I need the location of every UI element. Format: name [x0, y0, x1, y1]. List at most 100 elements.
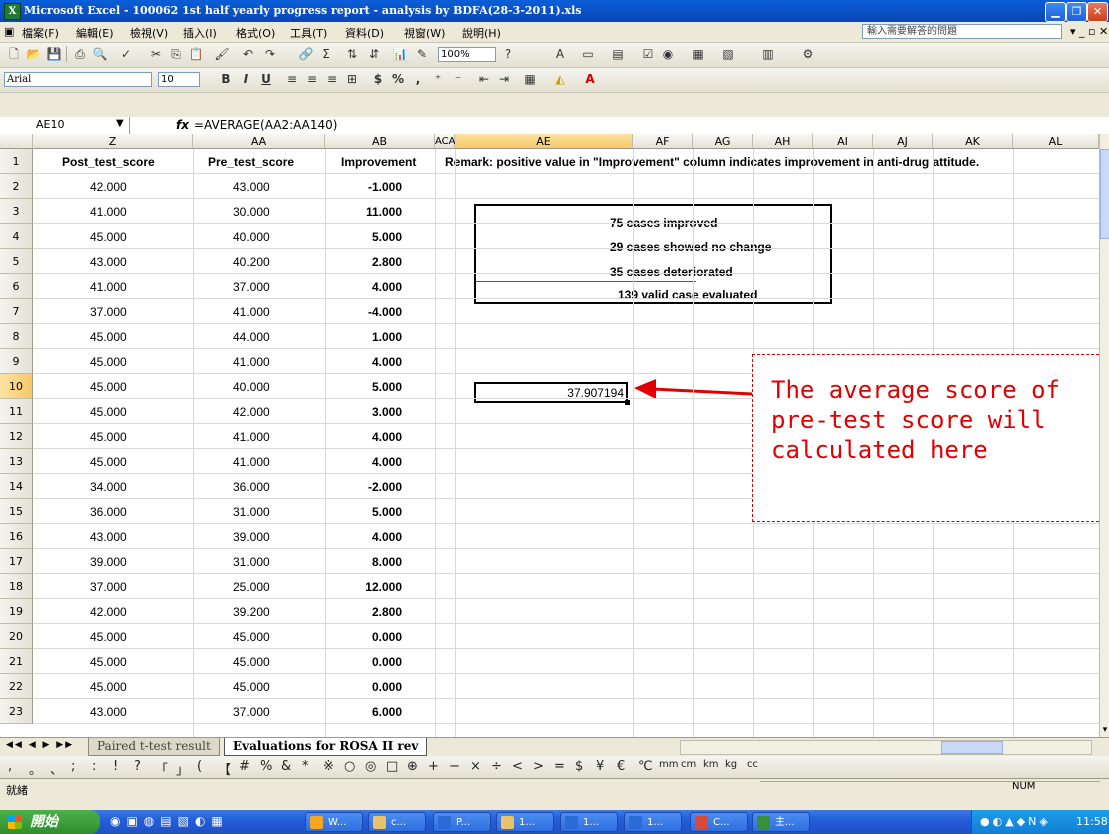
active-cell-ae10[interactable]: 37.907194: [474, 382, 630, 405]
row-header[interactable]: 8: [0, 324, 33, 349]
symbol-button[interactable]: ○: [344, 759, 355, 774]
taskbar-task-button[interactable]: C...: [690, 812, 748, 832]
col-header-aj[interactable]: AJ: [873, 134, 933, 149]
row-header[interactable]: 4: [0, 224, 33, 249]
taskbar-task-button[interactable]: 1...: [496, 812, 554, 832]
cell-improvement[interactable]: 0.000: [358, 680, 402, 694]
menu-edit[interactable]: 編輯(E): [76, 25, 114, 41]
tab-paired-t-test[interactable]: Paired t-test result: [88, 738, 220, 756]
header-post-test-score[interactable]: Post_test_score: [62, 155, 155, 169]
cell-improvement[interactable]: 5.000: [358, 230, 402, 244]
underline-button[interactable]: U: [258, 71, 274, 87]
quick-launch-icons[interactable]: ◉▣◍▤▧◐▦: [110, 814, 229, 828]
menu-format[interactable]: 格式(O): [236, 25, 275, 41]
cell-improvement[interactable]: 5.000: [358, 380, 402, 394]
cell-post-test[interactable]: 34.000: [90, 480, 127, 494]
cell-post-test[interactable]: 42.000: [90, 605, 127, 619]
taskbar-task-button[interactable]: P...: [433, 812, 491, 832]
cell-pre-test[interactable]: 39.200: [233, 605, 270, 619]
cell-improvement[interactable]: 2.800: [358, 605, 402, 619]
row-header[interactable]: 21: [0, 649, 33, 674]
header-remark[interactable]: Remark: positive value in "Improvement" …: [445, 155, 979, 169]
row-header[interactable]: 5: [0, 249, 33, 274]
borders-icon[interactable]: ▦: [522, 71, 538, 87]
bold-button[interactable]: B: [218, 71, 234, 87]
symbol-button[interactable]: &: [281, 759, 291, 774]
cell-improvement[interactable]: -4.000: [358, 305, 402, 319]
cell-improvement[interactable]: 5.000: [358, 505, 402, 519]
symbol-button[interactable]: ℃: [638, 759, 653, 774]
cut-icon[interactable]: ✂: [148, 46, 164, 62]
taskbar-task-button[interactable]: 1...: [624, 812, 682, 832]
taskbar-task-button[interactable]: 主...: [752, 812, 810, 832]
cell-improvement[interactable]: 4.000: [358, 530, 402, 544]
tray-icons[interactable]: ●◐▲◆N◈: [980, 810, 1051, 834]
preview-icon[interactable]: 🔍: [92, 46, 108, 62]
scroll-thumb[interactable]: [1100, 149, 1109, 239]
col-header-ah[interactable]: AH: [753, 134, 813, 149]
currency-button[interactable]: $: [370, 71, 386, 87]
h-scroll-thumb[interactable]: [941, 741, 1003, 754]
cell-pre-test[interactable]: 41.000: [233, 430, 270, 444]
tab-nav-icon[interactable]: ◀◀ ◀ ▶ ▶▶: [6, 740, 74, 750]
cell-pre-test[interactable]: 45.000: [233, 655, 270, 669]
open-icon[interactable]: 📂: [26, 46, 42, 62]
symbol-button[interactable]: km: [703, 759, 719, 770]
header-improvement[interactable]: Improvement: [341, 155, 416, 169]
format-painter-icon[interactable]: 🖌: [214, 46, 230, 62]
doc-icon[interactable]: ▣: [4, 25, 14, 38]
copy-icon[interactable]: ⎘: [168, 46, 184, 62]
header-pre-test-score[interactable]: Pre_test_score: [208, 155, 294, 169]
help-icon[interactable]: ?: [500, 46, 516, 62]
cell-post-test[interactable]: 45.000: [90, 405, 127, 419]
symbol-button[interactable]: *: [302, 759, 309, 774]
combo-icon[interactable]: ▧: [720, 46, 736, 62]
row-header[interactable]: 22: [0, 674, 33, 699]
hyperlink-icon[interactable]: 🔗: [298, 46, 314, 62]
row-header[interactable]: 18: [0, 574, 33, 599]
cell-pre-test[interactable]: 37.000: [233, 280, 270, 294]
symbol-button[interactable]: =: [554, 759, 565, 774]
cell-pre-test[interactable]: 42.000: [233, 405, 270, 419]
select-all-corner[interactable]: [0, 134, 33, 149]
radio-icon[interactable]: ◉: [660, 46, 676, 62]
sort-desc-icon[interactable]: ⇵: [366, 46, 382, 62]
taskbar-task-button[interactable]: c...: [368, 812, 426, 832]
cell-improvement[interactable]: 6.000: [358, 705, 402, 719]
row-header[interactable]: 3: [0, 199, 33, 224]
cell-pre-test[interactable]: 31.000: [233, 555, 270, 569]
styles-icon[interactable]: A: [552, 46, 568, 62]
symbol-button[interactable]: □: [386, 759, 398, 774]
row-header[interactable]: 13: [0, 449, 33, 474]
menu-file[interactable]: 檔案(F): [22, 25, 59, 41]
symbol-button[interactable]: 【: [218, 759, 231, 778]
row-header[interactable]: 7: [0, 299, 33, 324]
cell-post-test[interactable]: 39.000: [90, 555, 127, 569]
autosum-icon[interactable]: Σ: [318, 46, 334, 62]
symbol-button[interactable]: ×: [470, 759, 481, 774]
increase-indent-icon[interactable]: ⇥: [496, 71, 512, 87]
comma-button[interactable]: ,: [410, 71, 426, 87]
cell-post-test[interactable]: 41.000: [90, 205, 127, 219]
align-left-icon[interactable]: ≡: [284, 71, 300, 87]
list-icon[interactable]: ▦: [690, 46, 706, 62]
vertical-scrollbar[interactable]: ▾: [1099, 134, 1109, 737]
merge-icon[interactable]: ⊞: [344, 71, 360, 87]
row-header[interactable]: 23: [0, 699, 33, 724]
cell-post-test[interactable]: 45.000: [90, 355, 127, 369]
textbox-icon[interactable]: ▭: [580, 46, 596, 62]
symbol-button[interactable]: :: [92, 759, 96, 774]
symbol-button[interactable]: €: [617, 759, 625, 774]
paste-icon[interactable]: 📋: [188, 46, 204, 62]
help-search-input[interactable]: 輸入需要解答的問題: [862, 24, 1062, 39]
cell-improvement[interactable]: 2.800: [358, 255, 402, 269]
cell-post-test[interactable]: 45.000: [90, 230, 127, 244]
chart-wizard-icon[interactable]: 📊: [392, 46, 408, 62]
symbol-button[interactable]: 「: [155, 759, 168, 778]
cell-post-test[interactable]: 37.000: [90, 305, 127, 319]
cell-post-test[interactable]: 45.000: [90, 680, 127, 694]
drawing-icon[interactable]: ✎: [414, 46, 430, 62]
symbol-button[interactable]: ※: [323, 759, 334, 774]
cell-pre-test[interactable]: 40.200: [233, 255, 270, 269]
row-header[interactable]: 10: [0, 374, 33, 399]
